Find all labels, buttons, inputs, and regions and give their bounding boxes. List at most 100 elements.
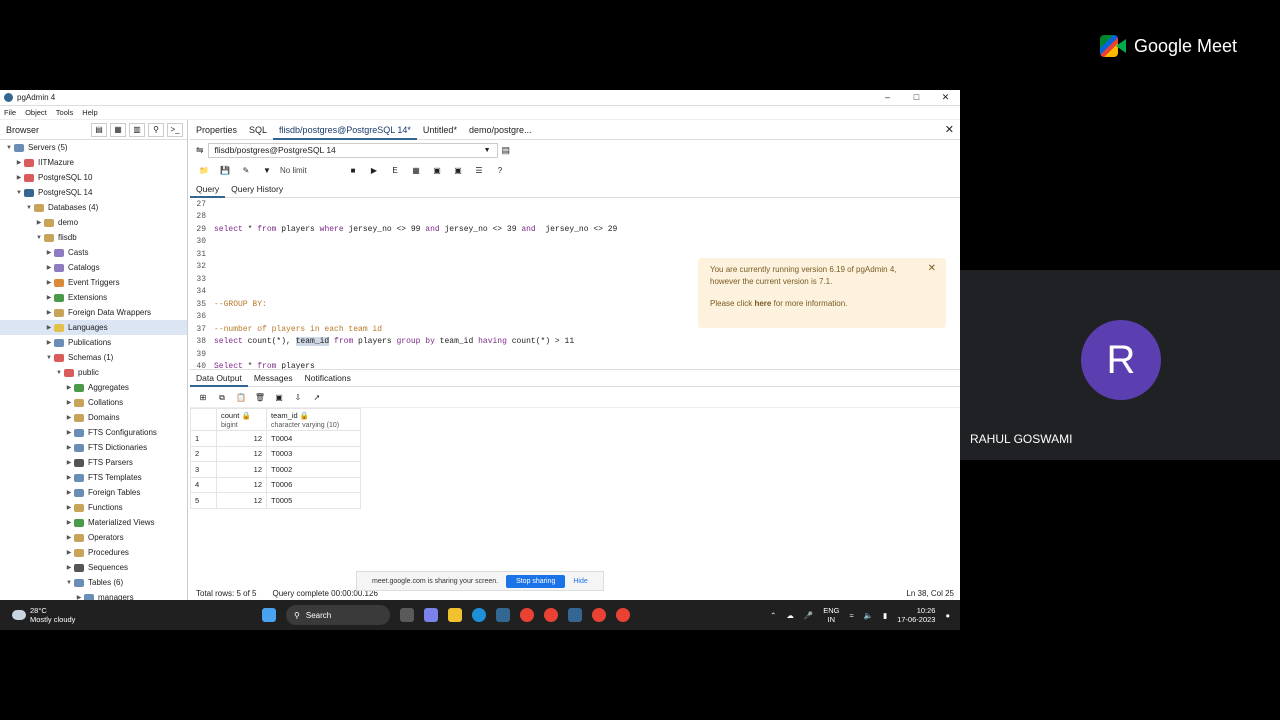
onedrive-icon[interactable]: ☁: [786, 611, 794, 620]
copy-icon[interactable]: ⧉: [215, 391, 229, 404]
tab-data-output[interactable]: Data Output: [190, 370, 248, 387]
commit-icon[interactable]: ▣: [429, 164, 445, 178]
chevron-right-icon[interactable]: ▶: [64, 399, 74, 406]
table-row[interactable]: 4 12 T0006: [190, 476, 361, 493]
chevron-down-icon[interactable]: ▼: [54, 370, 64, 376]
tree-item[interactable]: ▼ Servers (5): [0, 140, 187, 155]
chrome-alt-icon[interactable]: [592, 608, 606, 622]
chevron-down-icon[interactable]: ▼: [14, 190, 24, 196]
chevron-down-icon[interactable]: ▼: [24, 205, 34, 211]
add-row-icon[interactable]: ⊞: [196, 391, 210, 404]
close-tab-icon[interactable]: ✕: [945, 123, 960, 136]
tree-item[interactable]: ▶ FTS Templates: [0, 470, 187, 485]
tree-item[interactable]: ▶ Procedures: [0, 545, 187, 560]
chevron-right-icon[interactable]: ▶: [64, 549, 74, 556]
tree-item[interactable]: ▶ Operators: [0, 530, 187, 545]
paste-icon[interactable]: 📋: [234, 391, 248, 404]
table-cell[interactable]: 3: [190, 461, 217, 478]
chevron-right-icon[interactable]: ▶: [64, 474, 74, 481]
table-row[interactable]: 2 12 T0003: [190, 445, 361, 462]
connection-select[interactable]: flisdb/postgres@PostgreSQL 14 ▼: [207, 142, 498, 158]
chevron-right-icon[interactable]: ▶: [64, 564, 74, 571]
chevron-right-icon[interactable]: ▶: [44, 324, 54, 331]
edit-icon[interactable]: ✎: [238, 164, 254, 178]
language-indicator[interactable]: ENG IN: [823, 606, 839, 624]
tab-query-history[interactable]: Query History: [225, 181, 289, 198]
chevron-right-icon[interactable]: ▶: [64, 489, 74, 496]
tree-item[interactable]: ▶ Casts: [0, 245, 187, 260]
delete-icon[interactable]: 🗑: [253, 391, 267, 404]
filter-table-icon[interactable]: ▥: [129, 122, 145, 137]
tree-item[interactable]: ▶ FTS Parsers: [0, 455, 187, 470]
table-cell[interactable]: 12: [216, 461, 267, 478]
table-cell[interactable]: T0004: [266, 430, 361, 447]
table-cell[interactable]: 5: [190, 492, 217, 509]
hide-button[interactable]: Hide: [573, 578, 587, 585]
database-icon[interactable]: ▤: [502, 145, 511, 156]
tree-item[interactable]: ▶ Catalogs: [0, 260, 187, 275]
tree-item[interactable]: ▶ Sequences: [0, 560, 187, 575]
menu-tools[interactable]: Tools: [56, 108, 74, 117]
chevron-right-icon[interactable]: ▶: [64, 384, 74, 391]
tab[interactable]: Properties: [190, 120, 243, 140]
table-cell[interactable]: 12: [216, 476, 267, 493]
tree-item[interactable]: ▶ Foreign Tables: [0, 485, 187, 500]
microphone-icon[interactable]: 🎤: [804, 611, 813, 620]
editor-line[interactable]: 27: [190, 198, 960, 211]
wifi-icon[interactable]: ≈: [849, 611, 853, 620]
taskbar-search[interactable]: ⚲ Search: [286, 605, 390, 625]
pgadmin-taskbar-icon[interactable]: [496, 608, 510, 622]
table-cell[interactable]: 12: [216, 445, 267, 462]
tree-item[interactable]: ▶ Collations: [0, 395, 187, 410]
tab[interactable]: demo/postgre...: [463, 120, 538, 140]
chevron-down-icon[interactable]: ▼: [44, 355, 54, 361]
tab[interactable]: flisdb/postgres@PostgreSQL 14*: [273, 120, 417, 140]
result-grid[interactable]: count 🔒 bigint team_id 🔒 character varying…: [190, 408, 361, 509]
teams-icon[interactable]: [424, 608, 438, 622]
rollback-icon[interactable]: ▣: [450, 164, 466, 178]
tree-item[interactable]: ▶ Materialized Views: [0, 515, 187, 530]
macros-icon[interactable]: ☰: [471, 164, 487, 178]
elephant-icon[interactable]: [568, 608, 582, 622]
task-view-icon[interactable]: [400, 608, 414, 622]
limit-select[interactable]: No limit: [280, 166, 340, 175]
tree-item[interactable]: ▶ PostgreSQL 10: [0, 170, 187, 185]
chevron-right-icon[interactable]: ▶: [64, 444, 74, 451]
chevron-right-icon[interactable]: ▶: [14, 159, 24, 166]
save-icon[interactable]: 💾: [217, 164, 233, 178]
table-cell[interactable]: 12: [216, 430, 267, 447]
edge-icon[interactable]: [472, 608, 486, 622]
menu-object[interactable]: Object: [25, 108, 47, 117]
column-header-count[interactable]: count 🔒 bigint: [216, 408, 267, 431]
table-row[interactable]: 3 12 T0002: [190, 461, 361, 478]
table-cell[interactable]: T0005: [266, 492, 361, 509]
weather-widget[interactable]: 28°C Mostly cloudy: [0, 606, 75, 624]
volume-icon[interactable]: 🔈: [864, 611, 873, 620]
editor-line[interactable]: 39: [190, 348, 960, 361]
chevron-right-icon[interactable]: ▶: [44, 309, 54, 316]
close-window-button[interactable]: ✕: [931, 92, 960, 103]
tree-item[interactable]: ▶ Languages: [0, 320, 187, 335]
tab-notifications[interactable]: Notifications: [299, 370, 357, 387]
table-row[interactable]: 1 12 T0004: [190, 430, 361, 447]
chevron-down-icon[interactable]: ▼: [4, 145, 14, 151]
table-cell[interactable]: 12: [216, 492, 267, 509]
chevron-right-icon[interactable]: ▶: [64, 519, 74, 526]
chevron-right-icon[interactable]: ▶: [64, 414, 74, 421]
chevron-right-icon[interactable]: ▶: [44, 264, 54, 271]
tab[interactable]: SQL: [243, 120, 273, 140]
tab-messages[interactable]: Messages: [248, 370, 299, 387]
table-view-icon[interactable]: ▦: [110, 122, 126, 137]
stop-icon[interactable]: ■: [345, 164, 361, 178]
tree-item[interactable]: ▶ Publications: [0, 335, 187, 350]
tree-item[interactable]: ▶ Aggregates: [0, 380, 187, 395]
chevron-down-icon[interactable]: ▼: [64, 580, 74, 586]
filter-icon[interactable]: ▼: [259, 164, 275, 178]
tree-item[interactable]: ▶ Domains: [0, 410, 187, 425]
table-cell[interactable]: 4: [190, 476, 217, 493]
chrome-profile-icon[interactable]: [544, 608, 558, 622]
chrome-icon[interactable]: [520, 608, 534, 622]
tab[interactable]: Untitled*: [417, 120, 463, 140]
tree-item[interactable]: ▼ public: [0, 365, 187, 380]
notification-icon[interactable]: ●: [945, 611, 950, 620]
